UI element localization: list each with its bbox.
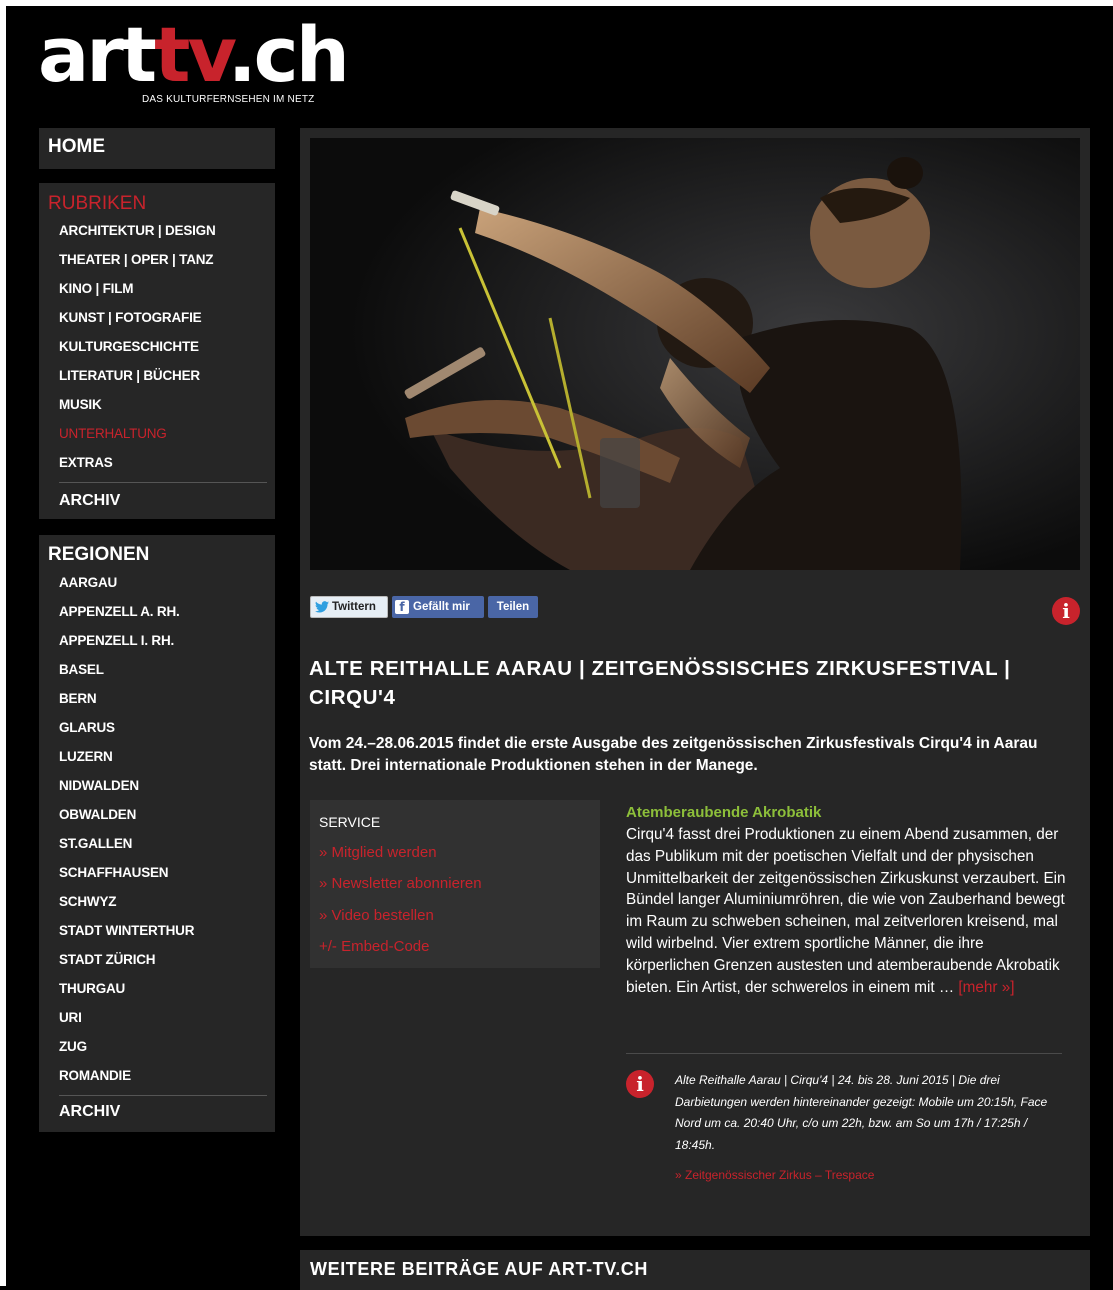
weitere-beitraege-title: WEITERE BEITRÄGE AUF ART-TV.CH — [310, 1259, 649, 1279]
rubriken-title[interactable]: RUBRIKEN — [48, 193, 146, 215]
service-link-video-bestellen[interactable]: » Video bestellen — [319, 907, 434, 924]
hero-video-image[interactable] — [310, 138, 1080, 570]
twitter-bird-icon — [315, 601, 329, 613]
rubriken-archiv-link[interactable]: ARCHIV — [59, 492, 120, 510]
regionen-title: REGIONEN — [48, 544, 150, 565]
sidebar-item-kunst[interactable]: KUNST | FOTOGRAFIE — [59, 310, 202, 325]
region-item[interactable]: APPENZELL I. RH. — [59, 633, 174, 648]
sidebar-divider — [59, 1095, 267, 1096]
logo-tagline: DAS KULTURFERNSEHEN IM NETZ — [142, 94, 315, 105]
region-item[interactable]: SCHAFFHAUSEN — [59, 865, 169, 880]
region-item[interactable]: NIDWALDEN — [59, 778, 139, 793]
sidebar-item-musik[interactable]: MUSIK — [59, 397, 102, 412]
region-item[interactable]: ZUG — [59, 1039, 87, 1054]
region-item[interactable]: BASEL — [59, 662, 104, 677]
sidebar-item-kino[interactable]: KINO | FILM — [59, 281, 134, 296]
facebook-share-button[interactable]: Teilen — [488, 596, 538, 618]
region-item[interactable]: ST.GALLEN — [59, 836, 132, 851]
region-item[interactable]: STADT ZÜRICH — [59, 952, 156, 967]
sidebar-item-architektur[interactable]: ARCHITEKTUR | DESIGN — [59, 223, 216, 238]
facebook-icon: f — [395, 600, 409, 614]
region-item[interactable]: BERN — [59, 691, 97, 706]
service-title: SERVICE — [319, 814, 381, 830]
region-item[interactable]: URI — [59, 1010, 82, 1025]
region-item[interactable]: GLARUS — [59, 720, 115, 735]
service-box: SERVICE » Mitglied werden » Newsletter a… — [310, 800, 600, 968]
regionen-archiv-link[interactable]: ARCHIV — [59, 1103, 120, 1121]
region-item[interactable]: OBWALDEN — [59, 807, 136, 822]
region-item[interactable]: AARGAU — [59, 575, 117, 590]
region-item[interactable]: ROMANDIE — [59, 1068, 131, 1083]
region-item[interactable]: APPENZELL A. RH. — [59, 604, 180, 619]
article-title: ALTE REITHALLE AARAU | ZEITGENÖSSISCHES … — [309, 657, 1011, 709]
region-item[interactable]: THURGAU — [59, 981, 125, 996]
sidebar-divider — [59, 482, 267, 483]
sidebar-home-box: HOME — [39, 128, 275, 169]
facebook-like-button[interactable]: f Gefällt mir — [392, 596, 484, 618]
article-body: Atemberaubende Akrobatik Cirqu'4 fasst d… — [626, 802, 1066, 998]
article-separator — [626, 1053, 1062, 1054]
article-body-text: Cirqu'4 fasst drei Produktionen zu einem… — [626, 826, 1066, 996]
weitere-beitraege-panel: WEITERE BEITRÄGE AUF ART-TV.CH — [300, 1250, 1090, 1290]
sidebar-item-kulturgeschichte[interactable]: KULTURGESCHICHTE — [59, 339, 199, 354]
article-subheading: Atemberaubende Akrobatik — [626, 804, 822, 821]
info-icon[interactable]: i — [1052, 597, 1080, 625]
article-lead: Vom 24.–28.06.2015 findet die erste Ausg… — [309, 735, 1038, 774]
sidebar-home-link[interactable]: HOME — [48, 136, 105, 158]
sidebar-item-unterhaltung-active[interactable]: UNTERHALTUNG — [59, 426, 167, 441]
sidebar-item-extras[interactable]: EXTRAS — [59, 455, 113, 470]
sidebar-item-theater[interactable]: THEATER | OPER | TANZ — [59, 252, 214, 267]
event-info-text: Alte Reithalle Aarau | Cirqu'4 | 24. bis… — [675, 1073, 1048, 1152]
service-link-embed-code[interactable]: +/- Embed-Code — [319, 938, 429, 955]
service-link-mitglied[interactable]: » Mitglied werden — [319, 844, 437, 861]
logo-wordmark: arttv.ch — [38, 10, 350, 99]
sidebar-item-literatur[interactable]: LITERATUR | BÜCHER — [59, 368, 200, 383]
sidebar-rubriken-box: RUBRIKEN ARCHITEKTUR | DESIGN THEATER | … — [39, 183, 275, 519]
region-item[interactable]: LUZERN — [59, 749, 113, 764]
twitter-share-button[interactable]: Twittern — [310, 596, 388, 618]
service-link-newsletter[interactable]: » Newsletter abonnieren — [319, 875, 482, 892]
hero-performers-illustration — [310, 138, 1080, 570]
info-icon: i — [626, 1070, 654, 1098]
region-item[interactable]: STADT WINTERTHUR — [59, 923, 194, 938]
read-more-link[interactable]: [mehr »] — [958, 979, 1014, 996]
related-link-trespace[interactable]: » Zeitgenössischer Zirkus – Trespace — [675, 1168, 874, 1182]
sidebar-regionen-box: REGIONEN AARGAU APPENZELL A. RH. APPENZE… — [39, 535, 275, 1132]
region-item[interactable]: SCHWYZ — [59, 894, 116, 909]
